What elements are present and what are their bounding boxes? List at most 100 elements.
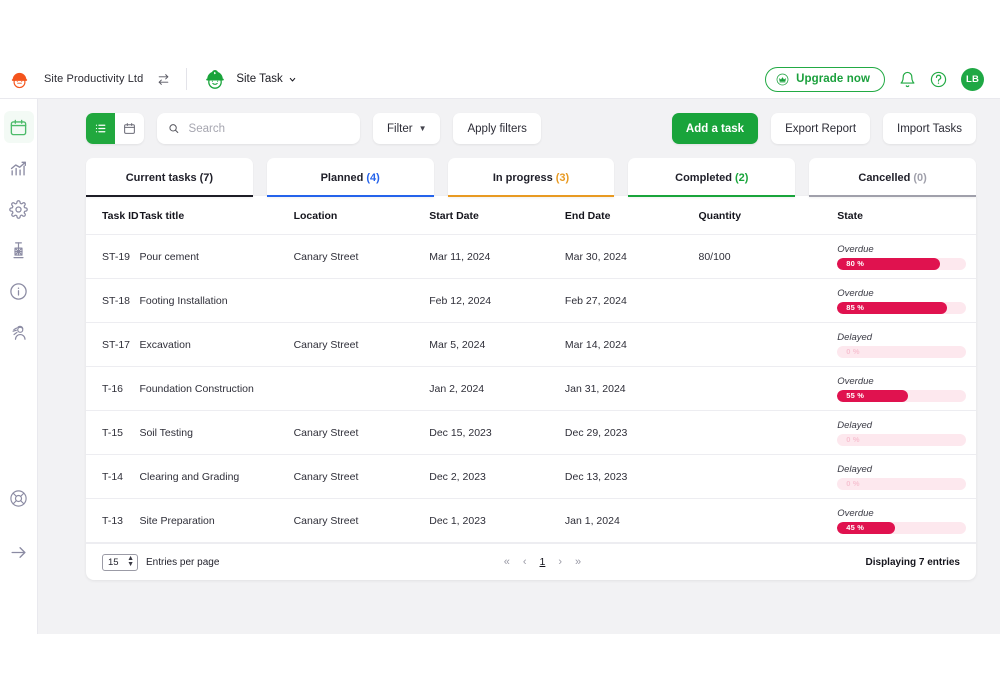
app-window: Site Productivity Ltd Site Task Upgrade …: [0, 0, 1000, 700]
column-header-task-id[interactable]: Task ID: [86, 196, 140, 235]
top-bar: Site Productivity Ltd Site Task Upgrade …: [0, 60, 1000, 99]
tasks-card: Task ID Task title Location Start Date E…: [86, 196, 976, 580]
cell-task-title: Foundation Construction: [139, 366, 294, 411]
sidebar-item-calendar[interactable]: [3, 111, 34, 143]
task-status-tabs: Current tasks (7) Planned (4) In progress (3)…: [86, 158, 976, 197]
tab-label: Completed: [675, 171, 732, 184]
table-row[interactable]: T-14 Clearing and Grading Canary Street Dec…: [86, 454, 976, 499]
avatar[interactable]: LB: [961, 67, 984, 91]
cell-state: Delayed 0 %: [837, 410, 976, 455]
calendar-view-button[interactable]: [115, 113, 144, 144]
cell-start-date: Mar 11, 2024: [429, 234, 565, 279]
tab-label: Cancelled: [858, 171, 911, 184]
tab-planned[interactable]: Planned (4): [266, 158, 434, 197]
search-box[interactable]: [157, 113, 360, 144]
add-task-button[interactable]: Add a task: [671, 113, 759, 144]
sidebar-item-analytics[interactable]: [4, 152, 34, 184]
column-header-task-title[interactable]: Task title: [139, 196, 294, 235]
import-tasks-button[interactable]: Import Tasks: [883, 113, 976, 144]
sidebar-item-workers[interactable]: [4, 316, 34, 348]
calendar-view-icon: [124, 123, 135, 134]
progress-bar: 0 %: [837, 433, 966, 446]
filter-button[interactable]: Filter ▼: [373, 113, 441, 144]
table-row[interactable]: T-13 Site Preparation Canary Street Dec 1, …: [86, 498, 976, 543]
cell-quantity: [698, 322, 838, 367]
gear-icon: [9, 199, 28, 219]
org-logo-icon[interactable]: [0, 69, 38, 90]
cell-start-date: Feb 12, 2024: [429, 278, 565, 323]
project-switcher[interactable]: Site Task: [236, 73, 296, 85]
calendar-icon: [10, 119, 27, 135]
pagination-page-1[interactable]: 1: [540, 556, 546, 568]
pagination-prev[interactable]: ‹: [523, 556, 527, 568]
org-name: Site Productivity Ltd: [44, 73, 144, 85]
topbar-actions: Upgrade now LB: [765, 66, 1000, 92]
project-logo-icon[interactable]: [203, 67, 227, 91]
table-row[interactable]: ST-17 Excavation Canary Street Mar 5, 2024 M…: [86, 322, 976, 367]
progress-bar-label: 80 %: [846, 259, 865, 268]
column-header-location[interactable]: Location: [293, 196, 430, 235]
export-report-button[interactable]: Export Report: [771, 113, 871, 144]
cell-state: Delayed 0 %: [837, 322, 976, 367]
progress-bar: 85 %: [837, 301, 966, 314]
cell-task-title: Excavation: [139, 322, 294, 367]
sidebar-item-expand[interactable]: [4, 536, 34, 568]
table-row[interactable]: T-16 Foundation Construction Jan 2, 2024 Ja…: [86, 366, 976, 411]
tab-label: Planned: [320, 171, 364, 184]
table-row[interactable]: ST-19 Pour cement Canary Street Mar 11, 202…: [86, 234, 976, 279]
entries-per-page-group: 15 ▲ ▼ Entries per page: [102, 553, 219, 571]
column-header-state[interactable]: State: [837, 196, 976, 235]
bar-chart-trend-icon: [10, 161, 26, 176]
sidebar-item-crane[interactable]: [4, 234, 34, 266]
progress-bar-label: 0 %: [846, 347, 860, 356]
sidebar-item-info[interactable]: [4, 275, 34, 307]
tab-current-tasks[interactable]: Current tasks (7): [86, 158, 253, 197]
list-view-button[interactable]: [86, 113, 115, 144]
pagination-last[interactable]: »: [575, 556, 581, 568]
cell-start-date: Jan 2, 2024: [429, 366, 565, 411]
cell-state: Overdue 85 %: [837, 278, 976, 323]
sidebar-item-support[interactable]: [4, 482, 34, 514]
question-circle-icon[interactable]: [930, 71, 947, 88]
column-header-start-date[interactable]: Start Date: [429, 196, 565, 235]
tasks-table-head: Task ID Task title Location Start Date E…: [86, 196, 976, 235]
tab-completed[interactable]: Completed (2): [628, 158, 796, 197]
column-header-quantity[interactable]: Quantity: [698, 196, 838, 235]
table-row[interactable]: T-15 Soil Testing Canary Street Dec 15, 202…: [86, 410, 976, 455]
cell-task-id: T-16: [86, 366, 140, 411]
status-badge: Delayed: [837, 463, 873, 475]
sidebar-item-settings[interactable]: [4, 193, 34, 225]
pagination-first[interactable]: «: [504, 556, 510, 568]
cell-end-date: Dec 29, 2023: [564, 410, 699, 455]
swap-arrows-icon[interactable]: [157, 73, 170, 86]
apply-filters-button[interactable]: Apply filters: [453, 113, 541, 144]
bell-icon[interactable]: [899, 71, 916, 88]
progress-bar: 55 %: [837, 389, 966, 402]
tab-count: (7): [199, 171, 214, 184]
tab-count: (3): [555, 171, 570, 184]
column-header-end-date[interactable]: End Date: [564, 196, 699, 235]
cell-state: Overdue 45 %: [837, 498, 976, 543]
cell-end-date: Feb 27, 2024: [564, 278, 699, 323]
tab-in-progress[interactable]: In progress (3): [447, 158, 615, 197]
cell-task-id: T-15: [86, 410, 140, 455]
upgrade-now-button[interactable]: Upgrade now: [765, 66, 885, 92]
entries-per-page-select[interactable]: 15 ▲ ▼: [102, 553, 138, 571]
cell-location: [293, 366, 430, 411]
cell-task-id: ST-19: [86, 234, 140, 279]
tasks-table: Task ID Task title Location Start Date E…: [86, 196, 976, 543]
filter-label: Filter: [387, 122, 413, 135]
cell-start-date: Dec 2, 2023: [429, 454, 565, 499]
pagination: « ‹ 1 › »: [504, 556, 581, 568]
search-input[interactable]: [188, 122, 349, 135]
cell-location: Canary Street: [293, 454, 430, 499]
tab-cancelled[interactable]: Cancelled (0): [809, 158, 976, 197]
displaying-entries-label: Displaying 7 entries: [865, 556, 960, 568]
cell-end-date: Jan 31, 2024: [564, 366, 699, 411]
table-row[interactable]: ST-18 Footing Installation Feb 12, 2024 Feb…: [86, 278, 976, 323]
cell-state: Delayed 0 %: [837, 454, 976, 499]
pagination-next[interactable]: ›: [558, 556, 562, 568]
upgrade-now-label: Upgrade now: [796, 73, 870, 85]
cell-quantity: [698, 498, 838, 543]
list-view-icon: [95, 124, 106, 133]
